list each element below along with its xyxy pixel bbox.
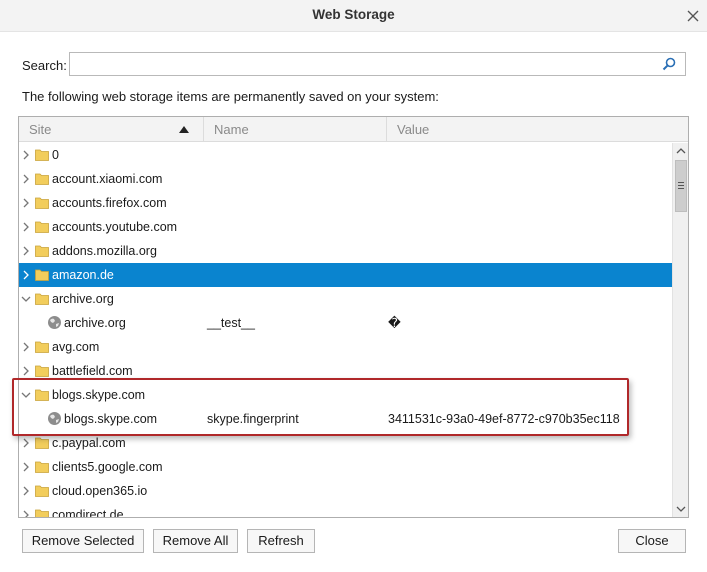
- tree-rows: 0 account.xiaomi.com accounts.firefox.com a…: [19, 143, 672, 518]
- site-cell: accounts.firefox.com: [52, 196, 167, 210]
- site-cell: account.xiaomi.com: [52, 172, 163, 186]
- site-cell: archive.org: [52, 292, 114, 306]
- column-header-value-label: Value: [397, 122, 430, 137]
- globe-icon: [48, 316, 61, 329]
- folder-icon: [35, 173, 49, 185]
- tree-row-site[interactable]: clients5.google.com: [19, 455, 672, 479]
- value-cell: �: [388, 316, 401, 330]
- chevron-right-icon[interactable]: [21, 342, 31, 352]
- chevron-down-icon[interactable]: [21, 294, 31, 304]
- folder-icon: [35, 245, 49, 257]
- chevron-right-icon[interactable]: [21, 198, 31, 208]
- tree-header: Site Name Value: [19, 117, 688, 142]
- chevron-right-icon[interactable]: [21, 438, 31, 448]
- chevron-right-icon[interactable]: [21, 222, 31, 232]
- folder-icon: [35, 269, 49, 281]
- search-field[interactable]: [69, 52, 686, 76]
- chevron-right-icon[interactable]: [21, 150, 31, 160]
- folder-icon: [35, 485, 49, 497]
- name-cell: __test__: [207, 316, 255, 330]
- close-icon[interactable]: [684, 7, 702, 25]
- folder-icon: [35, 365, 49, 377]
- site-cell: clients5.google.com: [52, 460, 163, 474]
- chevron-right-icon[interactable]: [21, 270, 31, 280]
- site-cell: comdirect.de: [52, 508, 124, 518]
- folder-icon: [35, 341, 49, 353]
- tree-row-item[interactable]: archive.org __test__ �: [19, 311, 672, 335]
- search-icon[interactable]: [662, 57, 676, 71]
- close-button[interactable]: Close: [618, 529, 686, 553]
- chevron-right-icon[interactable]: [21, 174, 31, 184]
- storage-tree[interactable]: Site Name Value 0 account.xiaomi.com accou…: [18, 116, 689, 518]
- vertical-scrollbar[interactable]: [672, 143, 688, 517]
- grip-line: [678, 185, 684, 186]
- scroll-up-icon[interactable]: [673, 143, 689, 159]
- site-cell: accounts.youtube.com: [52, 220, 178, 234]
- search-label: Search:: [22, 58, 67, 73]
- tree-row-site[interactable]: 0: [19, 143, 672, 167]
- scrollbar-thumb[interactable]: [675, 160, 687, 212]
- refresh-button[interactable]: Refresh: [247, 529, 315, 553]
- sort-ascending-icon: [179, 126, 189, 133]
- site-cell: cloud.open365.io: [52, 484, 148, 498]
- description-text: The following web storage items are perm…: [22, 89, 439, 104]
- tree-row-site[interactable]: cloud.open365.io: [19, 479, 672, 503]
- search-input[interactable]: [70, 53, 660, 75]
- folder-icon: [35, 293, 49, 305]
- grip-line: [678, 182, 684, 183]
- folder-icon: [35, 149, 49, 161]
- tree-row-site[interactable]: archive.org: [19, 287, 672, 311]
- chevron-right-icon[interactable]: [21, 510, 31, 518]
- chevron-right-icon[interactable]: [21, 366, 31, 376]
- site-cell: archive.org: [64, 316, 126, 330]
- site-cell: amazon.de: [52, 268, 114, 282]
- tree-row-site[interactable]: avg.com: [19, 335, 672, 359]
- tree-row-site[interactable]: accounts.firefox.com: [19, 191, 672, 215]
- folder-icon: [35, 461, 49, 473]
- chevron-right-icon[interactable]: [21, 246, 31, 256]
- site-cell: addons.mozilla.org: [52, 244, 157, 258]
- tree-row-site[interactable]: accounts.youtube.com: [19, 215, 672, 239]
- column-header-name-label: Name: [214, 122, 249, 137]
- window-title: Web Storage: [312, 7, 395, 22]
- column-header-name[interactable]: Name: [204, 117, 387, 142]
- title-bar: Web Storage: [0, 0, 707, 32]
- tree-row-site[interactable]: account.xiaomi.com: [19, 167, 672, 191]
- site-cell: 0: [52, 148, 59, 162]
- column-header-site-label: Site: [29, 122, 52, 137]
- folder-icon: [35, 509, 49, 517]
- tree-row-site[interactable]: comdirect.de: [19, 503, 672, 518]
- grip-line: [678, 188, 684, 189]
- tree-row-site[interactable]: addons.mozilla.org: [19, 239, 672, 263]
- chevron-right-icon[interactable]: [21, 462, 31, 472]
- site-cell: avg.com: [52, 340, 100, 354]
- scroll-down-icon[interactable]: [673, 501, 689, 517]
- folder-icon: [35, 221, 49, 233]
- column-header-value[interactable]: Value: [387, 117, 688, 142]
- column-header-site[interactable]: Site: [19, 117, 204, 142]
- folder-icon: [35, 437, 49, 449]
- remove-all-button[interactable]: Remove All: [153, 529, 238, 553]
- folder-icon: [35, 197, 49, 209]
- tree-row-site[interactable]: amazon.de: [19, 263, 672, 287]
- remove-selected-button[interactable]: Remove Selected: [22, 529, 144, 553]
- highlight-box: [12, 378, 629, 436]
- chevron-right-icon[interactable]: [21, 486, 31, 496]
